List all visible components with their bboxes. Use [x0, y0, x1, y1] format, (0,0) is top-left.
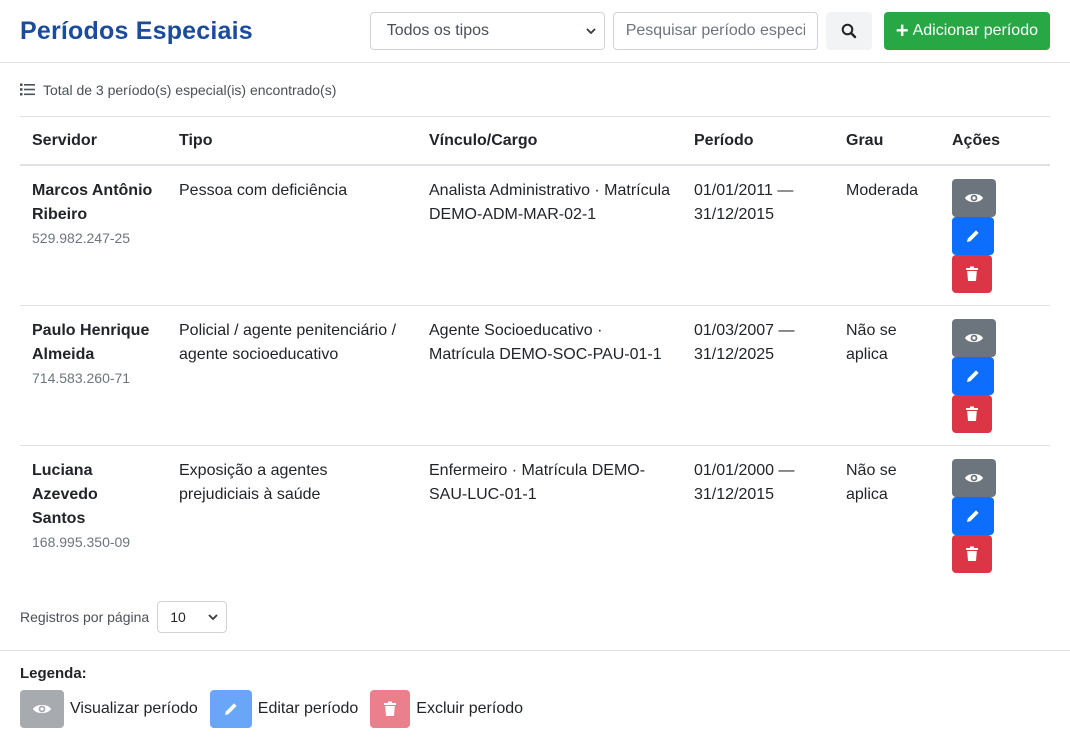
pencil-icon	[967, 230, 979, 242]
column-header-tipo: Tipo	[167, 117, 417, 166]
delete-button[interactable]	[952, 535, 992, 573]
actions-cell	[940, 305, 1050, 446]
view-button[interactable]	[952, 319, 996, 357]
periodo-cell: 01/01/2000 — 31/12/2015	[694, 462, 795, 503]
legend-edit-label: Editar período	[257, 700, 359, 717]
results-summary-text: Total de 3 período(s) especial(is) encon…	[43, 81, 337, 98]
legend-title: Legenda:	[20, 665, 87, 682]
column-header-periodo: Período	[682, 117, 834, 166]
vinculo-cell: Agente Socioeducativo · Matrícula DEMO-S…	[417, 305, 682, 446]
view-button[interactable]	[952, 459, 996, 497]
tipo-cell: Exposição a agentes prejudiciais à saúde	[179, 462, 328, 503]
chevron-down-icon	[208, 614, 218, 621]
results-summary: Total de 3 período(s) especial(is) encon…	[20, 63, 1050, 117]
column-header-servidor: Servidor	[20, 117, 167, 166]
type-filter-select[interactable]: Todos os tipos	[369, 12, 605, 50]
trash-icon	[384, 701, 397, 716]
edit-button[interactable]	[952, 497, 994, 535]
servidor-cpf: 168.995.350-09	[32, 534, 131, 550]
servidor-name: Marcos Antônio Ribeiro	[32, 182, 153, 223]
add-period-button[interactable]: + Adicionar período	[883, 12, 1050, 50]
servidor-cpf: 529.982.247-25	[32, 230, 131, 246]
trash-icon	[966, 266, 978, 281]
table-row: Paulo Henrique Almeida 714.583.260-71 Po…	[20, 305, 1050, 446]
per-page-label: Registros por página	[20, 609, 150, 625]
eye-icon	[965, 473, 983, 483]
legend-edit-swatch	[209, 690, 252, 728]
edit-button[interactable]	[952, 217, 994, 255]
column-header-grau: Grau	[834, 117, 940, 166]
pencil-icon	[224, 703, 237, 715]
view-button[interactable]	[952, 179, 996, 217]
table-row: Luciana Azevedo Santos 168.995.350-09 Ex…	[20, 446, 1050, 586]
delete-button[interactable]	[952, 395, 992, 433]
chevron-down-icon	[586, 28, 596, 35]
servidor-cell: Luciana Azevedo Santos 168.995.350-09	[20, 446, 167, 586]
periodo-cell: 01/01/2011 — 31/12/2015	[682, 165, 834, 306]
legend-items: Visualizar período Editar período Exclui…	[20, 690, 1050, 728]
actions-cell	[940, 165, 1050, 306]
tipo-cell: Policial / agente penitenciário / agente…	[167, 305, 417, 446]
legend-delete-swatch	[370, 690, 411, 728]
periods-table: Servidor Tipo Vínculo/Cargo Período Grau…	[20, 117, 1050, 585]
grau-cell: Moderada	[834, 165, 940, 306]
per-page-select[interactable]: 10	[157, 601, 228, 633]
eye-icon	[965, 333, 983, 343]
legend: Legenda: Visualizar período Editar perío…	[0, 650, 1070, 728]
tipo-cell: Pessoa com deficiência	[167, 165, 417, 306]
legend-view-label: Visualizar período	[70, 700, 198, 717]
legend-item-edit: Editar período	[209, 690, 359, 728]
search-button[interactable]	[825, 12, 872, 50]
search-icon	[841, 23, 856, 39]
servidor-name: Luciana Azevedo Santos	[32, 462, 98, 527]
grau-cell: Não se aplica	[834, 305, 940, 446]
vinculo-cell: Analista Administrativo · Matrícula DEMO…	[417, 165, 682, 306]
pencil-icon	[967, 510, 979, 522]
servidor-cell: Marcos Antônio Ribeiro 529.982.247-25	[20, 165, 167, 306]
actions-cell	[940, 446, 1050, 586]
delete-button[interactable]	[952, 255, 992, 293]
column-header-vinculo: Vínculo/Cargo	[417, 117, 682, 166]
vinculo-cell: Enfermeiro · Matrícula DEMO-SAU-LUC-01-1	[429, 462, 646, 503]
trash-icon	[966, 546, 978, 561]
eye-icon	[33, 704, 51, 714]
per-page-value: 10	[170, 609, 186, 625]
list-icon	[20, 83, 35, 96]
search-input[interactable]	[612, 12, 818, 50]
legend-view-swatch	[20, 690, 64, 728]
servidor-name: Paulo Henrique Almeida	[32, 322, 150, 363]
type-filter-value: Todos os tipos	[386, 22, 489, 39]
page-header: Períodos Especiais Todos os tipos + Adic…	[0, 0, 1070, 63]
column-header-acoes: Ações	[940, 117, 1050, 166]
pagination: Registros por página 10	[20, 587, 1050, 647]
page-title: Períodos Especiais	[20, 16, 253, 45]
servidor-cell: Paulo Henrique Almeida 714.583.260-71	[20, 305, 167, 446]
eye-icon	[965, 193, 983, 203]
header-tools: Todos os tipos + Adicionar período	[369, 12, 1050, 50]
servidor-cpf: 714.583.260-71	[32, 370, 131, 386]
table-header-row: Servidor Tipo Vínculo/Cargo Período Grau…	[20, 117, 1050, 166]
legend-item-delete: Excluir período	[370, 690, 523, 728]
main-content: Total de 3 período(s) especial(is) encon…	[0, 63, 1070, 647]
periodo-cell: 01/03/2007 — 31/12/2025	[682, 305, 834, 446]
legend-delete-label: Excluir período	[416, 700, 524, 717]
edit-button[interactable]	[952, 357, 994, 395]
grau-cell: Não se aplica	[846, 462, 897, 503]
trash-icon	[966, 406, 978, 421]
add-period-label: Adicionar período	[912, 22, 1038, 39]
pencil-icon	[967, 370, 979, 382]
legend-item-view: Visualizar período	[20, 690, 198, 728]
plus-icon: +	[895, 18, 909, 43]
table-row: Marcos Antônio Ribeiro 529.982.247-25 Pe…	[20, 165, 1050, 306]
